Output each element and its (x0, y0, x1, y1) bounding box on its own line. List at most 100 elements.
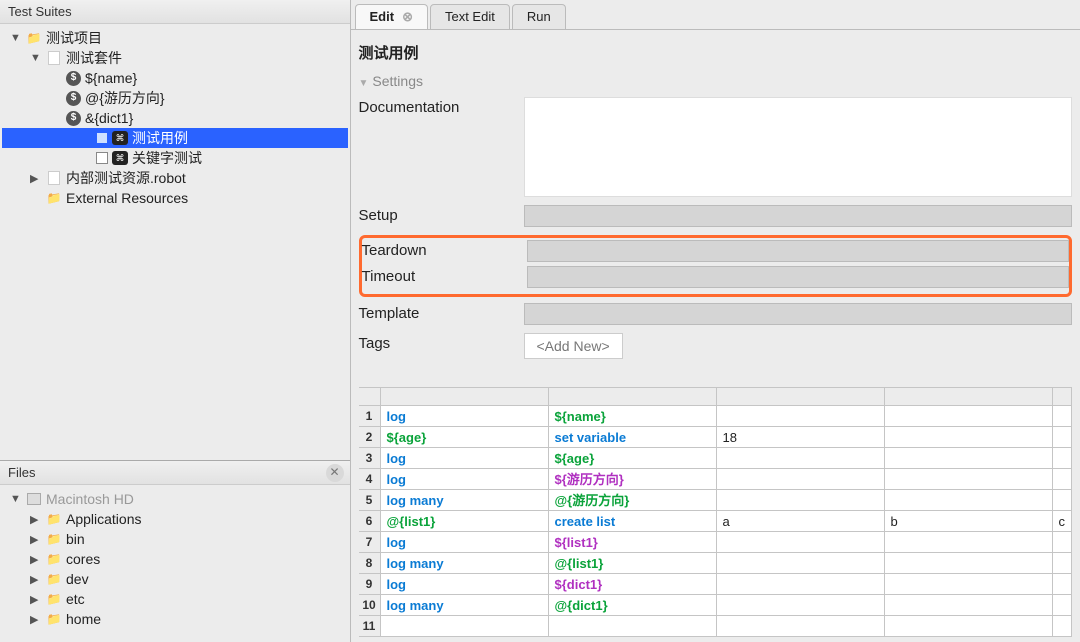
tree-item[interactable]: $@{游历方向} (2, 88, 348, 108)
checkbox[interactable] (96, 132, 108, 144)
grid-cell[interactable]: ${age} (381, 427, 549, 447)
grid-row: 2${age}set variable18 (359, 427, 1073, 448)
tree-item[interactable]: ▼📁测试项目 (2, 28, 348, 48)
tree-item[interactable]: $${name} (2, 68, 348, 88)
grid-cell[interactable] (1053, 406, 1073, 426)
expander-icon[interactable]: ▼ (30, 52, 44, 64)
grid-cell[interactable] (717, 469, 885, 489)
tree-item[interactable]: ▶📁dev (2, 569, 348, 589)
grid-cell[interactable] (885, 469, 1053, 489)
expander-icon[interactable]: ▶ (30, 553, 44, 566)
template-input[interactable] (524, 303, 1073, 325)
grid-cell[interactable]: ${age} (549, 448, 717, 468)
grid-cell[interactable]: set variable (549, 427, 717, 447)
grid-cell[interactable]: @{list1} (549, 553, 717, 573)
setup-input[interactable] (524, 205, 1073, 227)
timeout-input[interactable] (527, 266, 1070, 288)
expander-icon[interactable]: ▶ (30, 533, 44, 546)
close-icon[interactable]: ⊗ (402, 9, 413, 24)
grid-cell[interactable]: a (717, 511, 885, 531)
expander-icon[interactable]: ▶ (30, 613, 44, 626)
grid-cell[interactable]: log many (381, 595, 549, 615)
grid-cell[interactable]: log (381, 448, 549, 468)
grid-cell[interactable] (717, 553, 885, 573)
tree-item[interactable]: ▶内部测试资源.robot (2, 168, 348, 188)
expander-icon[interactable]: ▼ (10, 493, 24, 505)
tab-text-edit[interactable]: Text Edit (430, 4, 510, 29)
grid-cell[interactable]: c (1053, 511, 1073, 531)
editor-area: 测试用例 Settings Documentation Setup Teardo… (351, 30, 1080, 637)
tree-item[interactable]: ▼测试套件 (2, 48, 348, 68)
tree-item[interactable]: 📁External Resources (2, 188, 348, 208)
grid-cell[interactable]: @{dict1} (549, 595, 717, 615)
grid-cell[interactable] (1053, 574, 1073, 594)
grid-cell[interactable]: ${游历方向} (549, 469, 717, 489)
tree-item[interactable]: ▶📁bin (2, 529, 348, 549)
grid-cell[interactable] (885, 490, 1053, 510)
template-label: Template (359, 303, 524, 322)
expander-icon[interactable]: ▶ (30, 573, 44, 586)
tab-edit[interactable]: Edit⊗ (355, 4, 428, 29)
tree-item[interactable]: ▶📁home (2, 609, 348, 629)
tree-item[interactable]: ▼Macintosh HD (2, 489, 348, 509)
grid-cell[interactable] (717, 616, 885, 636)
grid-cell[interactable] (717, 448, 885, 468)
expander-icon[interactable]: ▼ (10, 32, 24, 44)
grid-cell[interactable]: @{游历方向} (549, 490, 717, 510)
tree-item[interactable]: ⌘测试用例 (2, 128, 348, 148)
tab-run[interactable]: Run (512, 4, 566, 29)
tree-item[interactable]: ▶📁Applications (2, 509, 348, 529)
grid-cell[interactable] (717, 532, 885, 552)
grid-cell[interactable] (717, 574, 885, 594)
tree-item[interactable]: ▶📁cores (2, 549, 348, 569)
grid-cell[interactable]: b (885, 511, 1053, 531)
page-title: 测试用例 (359, 42, 1073, 63)
grid-cell[interactable] (1053, 490, 1073, 510)
grid-cell[interactable] (885, 616, 1053, 636)
grid-cell[interactable] (549, 616, 717, 636)
add-tag-button[interactable]: <Add New> (524, 333, 623, 359)
grid-cell[interactable]: 18 (717, 427, 885, 447)
grid-cell[interactable]: log (381, 574, 549, 594)
grid-cell[interactable] (885, 532, 1053, 552)
grid-cell[interactable] (885, 553, 1053, 573)
grid-cell[interactable] (885, 595, 1053, 615)
setting-template: Template (359, 303, 1073, 325)
grid-cell[interactable] (717, 490, 885, 510)
teardown-input[interactable] (527, 240, 1070, 262)
close-icon[interactable]: ✕ (326, 464, 344, 482)
grid-cell[interactable] (1053, 427, 1073, 447)
grid-cell[interactable] (885, 448, 1053, 468)
grid-cell[interactable] (717, 406, 885, 426)
grid-cell[interactable] (1053, 532, 1073, 552)
grid-cell[interactable] (1053, 553, 1073, 573)
expander-icon[interactable]: ▶ (30, 172, 44, 185)
grid-cell[interactable] (1053, 595, 1073, 615)
grid-cell[interactable] (1053, 616, 1073, 636)
tree-item[interactable]: ▶📁etc (2, 589, 348, 609)
grid-cell[interactable] (885, 406, 1053, 426)
grid-cell[interactable] (885, 427, 1053, 447)
checkbox[interactable] (96, 152, 108, 164)
grid-cell[interactable] (1053, 448, 1073, 468)
grid-cell[interactable]: log many (381, 490, 549, 510)
settings-toggle[interactable]: Settings (359, 73, 1073, 89)
grid-cell[interactable]: ${dict1} (549, 574, 717, 594)
tree-item[interactable]: ⌘关键字测试 (2, 148, 348, 168)
grid-cell[interactable] (381, 616, 549, 636)
grid-cell[interactable] (1053, 469, 1073, 489)
grid-cell[interactable] (885, 574, 1053, 594)
expander-icon[interactable]: ▶ (30, 513, 44, 526)
grid-cell[interactable]: log many (381, 553, 549, 573)
expander-icon[interactable]: ▶ (30, 593, 44, 606)
grid-cell[interactable]: @{list1} (381, 511, 549, 531)
grid-cell[interactable]: ${name} (549, 406, 717, 426)
grid-cell[interactable]: log (381, 532, 549, 552)
grid-cell[interactable]: log (381, 406, 549, 426)
tree-item[interactable]: $&{dict1} (2, 108, 348, 128)
documentation-input[interactable] (524, 97, 1073, 197)
grid-cell[interactable]: ${list1} (549, 532, 717, 552)
grid-cell[interactable]: create list (549, 511, 717, 531)
grid-cell[interactable]: log (381, 469, 549, 489)
grid-cell[interactable] (717, 595, 885, 615)
